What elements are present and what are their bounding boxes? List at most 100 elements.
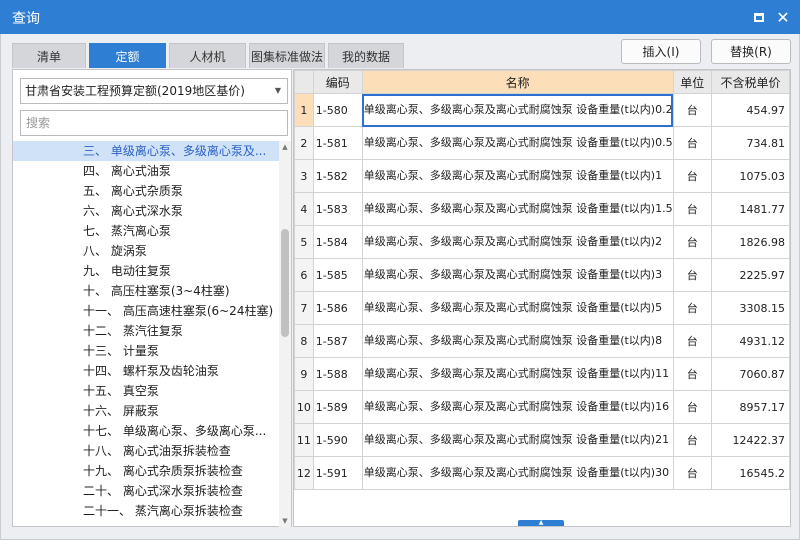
row-number: 8 [294, 324, 314, 358]
tree-item[interactable]: 十九、 离心式杂质泵拆装检查 [13, 461, 279, 481]
table-row[interactable]: 8 1-587 单级离心泵、多级离心泵及离心式耐腐蚀泵 设备重量(t以内)8 台 493… [294, 324, 790, 358]
price-cell: 12422.37 [710, 423, 790, 457]
table-row[interactable]: 7 1-586 单级离心泵、多级离心泵及离心式耐腐蚀泵 设备重量(t以内)5 台 330… [294, 291, 790, 325]
table-row[interactable]: 2 1-581 单级离心泵、多级离心泵及离心式耐腐蚀泵 设备重量(t以内)0.5 台 7… [294, 126, 790, 160]
scroll-down-icon[interactable]: ▼ [279, 515, 291, 527]
chapter-tree: 三、 单级离心泵、多级离心泵及... 四、 离心式油泵 五、 离心式杂质泵 六、 离心… [13, 141, 279, 527]
price-cell: 1075.03 [710, 159, 790, 193]
table-row[interactable]: 11 1-590 单级离心泵、多级离心泵及离心式耐腐蚀泵 设备重量(t以内)21 台 1… [294, 423, 790, 457]
price-cell: 8957.17 [710, 390, 790, 424]
column-header-price[interactable]: 不含税单价 [710, 70, 790, 94]
tree-item[interactable]: 十、 高压柱塞泵(3~4柱塞) [13, 281, 279, 301]
tree-item[interactable]: 四、 离心式油泵 [13, 161, 279, 181]
price-cell: 16545.2 [710, 456, 790, 490]
unit-cell: 台 [672, 126, 712, 160]
library-select-value: 甘肃省安装工程预算定额(2019地区基价) [25, 84, 245, 98]
tree-item[interactable]: 十三、 计量泵 [13, 341, 279, 361]
price-cell: 1826.98 [710, 225, 790, 259]
table-row[interactable]: 3 1-582 单级离心泵、多级离心泵及离心式耐腐蚀泵 设备重量(t以内)1 台 107… [294, 159, 790, 193]
tree-item[interactable]: 三、 单级离心泵、多级离心泵及... [13, 141, 279, 161]
unit-cell: 台 [672, 93, 712, 127]
tree-scrollbar[interactable]: ▲ ▼ [279, 141, 291, 527]
splitter-handle[interactable]: ▲ [518, 520, 564, 526]
code-cell: 1-581 [312, 126, 363, 160]
code-cell: 1-587 [312, 324, 363, 358]
name-cell: 单级离心泵、多级离心泵及离心式耐腐蚀泵 设备重量(t以内)3 [361, 258, 674, 292]
tree-item[interactable]: 十一、 高压高速柱塞泵(6~24柱塞) [13, 301, 279, 321]
code-cell: 1-586 [312, 291, 363, 325]
price-cell: 734.81 [710, 126, 790, 160]
quota-table: 编码 名称 单位 不含税单价 1 1-580 单级离心泵、多级离心泵及离心式耐腐蚀泵… [294, 70, 790, 490]
code-cell: 1-583 [312, 192, 363, 226]
column-header-code[interactable]: 编码 [312, 70, 363, 94]
name-cell: 单级离心泵、多级离心泵及离心式耐腐蚀泵 设备重量(t以内)1 [361, 159, 674, 193]
row-number: 12 [294, 456, 314, 490]
table-row[interactable]: 10 1-589 单级离心泵、多级离心泵及离心式耐腐蚀泵 设备重量(t以内)16 台 8… [294, 390, 790, 424]
tree-item[interactable]: 七、 蒸汽离心泵 [13, 221, 279, 241]
table-row[interactable]: 6 1-585 单级离心泵、多级离心泵及离心式耐腐蚀泵 设备重量(t以内)3 台 222… [294, 258, 790, 292]
tree-item[interactable]: 九、 电动往复泵 [13, 261, 279, 281]
table-row[interactable]: 1 1-580 单级离心泵、多级离心泵及离心式耐腐蚀泵 设备重量(t以内)0.2 台 4… [294, 93, 790, 127]
dialog-body: 清单 定额 人材机 图集标准做法 我的数据 插入(I) 替换(R) 甘肃省安装工… [0, 34, 800, 540]
row-number: 7 [294, 291, 314, 325]
tree-item[interactable]: 八、 旋涡泵 [13, 241, 279, 261]
price-cell: 1481.77 [710, 192, 790, 226]
unit-cell: 台 [672, 390, 712, 424]
name-cell: 单级离心泵、多级离心泵及离心式耐腐蚀泵 设备重量(t以内)16 [361, 390, 674, 424]
tab-quota[interactable]: 定额 [89, 43, 166, 68]
table-row[interactable]: 12 1-591 单级离心泵、多级离心泵及离心式耐腐蚀泵 设备重量(t以内)30 台 1… [294, 456, 790, 490]
price-cell: 7060.87 [710, 357, 790, 391]
chevron-down-icon: ▼ [274, 86, 281, 95]
table-row[interactable]: 4 1-583 单级离心泵、多级离心泵及离心式耐腐蚀泵 设备重量(t以内)1.5 台 1… [294, 192, 790, 226]
tab-atlas-standard[interactable]: 图集标准做法 [249, 43, 325, 68]
name-cell: 单级离心泵、多级离心泵及离心式耐腐蚀泵 设备重量(t以内)5 [361, 291, 674, 325]
tree-item[interactable]: 十八、 离心式油泵拆装检查 [13, 441, 279, 461]
row-number: 5 [294, 225, 314, 259]
name-cell: 单级离心泵、多级离心泵及离心式耐腐蚀泵 设备重量(t以内)2 [361, 225, 674, 259]
tab-strip: 清单 定额 人材机 图集标准做法 我的数据 [12, 43, 407, 68]
unit-cell: 台 [672, 324, 712, 358]
name-cell: 单级离心泵、多级离心泵及离心式耐腐蚀泵 设备重量(t以内)11 [361, 357, 674, 391]
tree-item[interactable]: 二十、 离心式深水泵拆装检查 [13, 481, 279, 501]
table-row[interactable]: 9 1-588 单级离心泵、多级离心泵及离心式耐腐蚀泵 设备重量(t以内)11 台 70… [294, 357, 790, 391]
tree-item[interactable]: 十五、 真空泵 [13, 381, 279, 401]
tree-item[interactable]: 十四、 螺杆泵及齿轮油泵 [13, 361, 279, 381]
table-body: 1 1-580 单级离心泵、多级离心泵及离心式耐腐蚀泵 设备重量(t以内)0.2 台 4… [294, 93, 790, 490]
tree-item[interactable]: 十七、 单级离心泵、多级离心泵... [13, 421, 279, 441]
row-number: 3 [294, 159, 314, 193]
unit-cell: 台 [672, 423, 712, 457]
tree-item[interactable]: 十二、 蒸汽往复泵 [13, 321, 279, 341]
scroll-up-icon[interactable]: ▲ [279, 141, 291, 153]
row-number: 10 [294, 390, 314, 424]
name-cell: 单级离心泵、多级离心泵及离心式耐腐蚀泵 设备重量(t以内)21 [361, 423, 674, 457]
table-row[interactable]: 5 1-584 单级离心泵、多级离心泵及离心式耐腐蚀泵 设备重量(t以内)2 台 182… [294, 225, 790, 259]
insert-button[interactable]: 插入(I) [621, 39, 701, 64]
library-select[interactable]: 甘肃省安装工程预算定额(2019地区基价) ▼ [20, 78, 288, 104]
price-cell: 4931.12 [710, 324, 790, 358]
table-header-row: 编码 名称 单位 不含税单价 [294, 70, 790, 94]
code-cell: 1-585 [312, 258, 363, 292]
row-number: 4 [294, 192, 314, 226]
name-cell: 单级离心泵、多级离心泵及离心式耐腐蚀泵 设备重量(t以内)8 [361, 324, 674, 358]
tree-item[interactable]: 二十一、 蒸汽离心泵拆装检查 [13, 501, 279, 521]
tab-my-data[interactable]: 我的数据 [328, 43, 404, 68]
tree-item[interactable]: 五、 离心式杂质泵 [13, 181, 279, 201]
tree-item[interactable]: 十六、 屏蔽泵 [13, 401, 279, 421]
close-icon[interactable]: ✕ [772, 6, 794, 28]
unit-cell: 台 [672, 357, 712, 391]
row-number: 6 [294, 258, 314, 292]
price-cell: 2225.97 [710, 258, 790, 292]
scroll-thumb[interactable] [281, 229, 289, 337]
tab-list[interactable]: 清单 [12, 43, 86, 68]
chapter-panel: 甘肃省安装工程预算定额(2019地区基价) ▼ 三、 单级离心泵、多级离心泵及.… [12, 69, 292, 527]
row-number: 1 [294, 93, 314, 127]
maximize-icon[interactable] [748, 6, 770, 28]
replace-button[interactable]: 替换(R) [711, 39, 791, 64]
tree-item[interactable]: 六、 离心式深水泵 [13, 201, 279, 221]
column-header-name[interactable]: 名称 [361, 70, 674, 94]
column-header-unit[interactable]: 单位 [672, 70, 712, 94]
tab-labor-material[interactable]: 人材机 [169, 43, 246, 68]
unit-cell: 台 [672, 159, 712, 193]
search-input[interactable] [20, 110, 288, 136]
row-number: 2 [294, 126, 314, 160]
